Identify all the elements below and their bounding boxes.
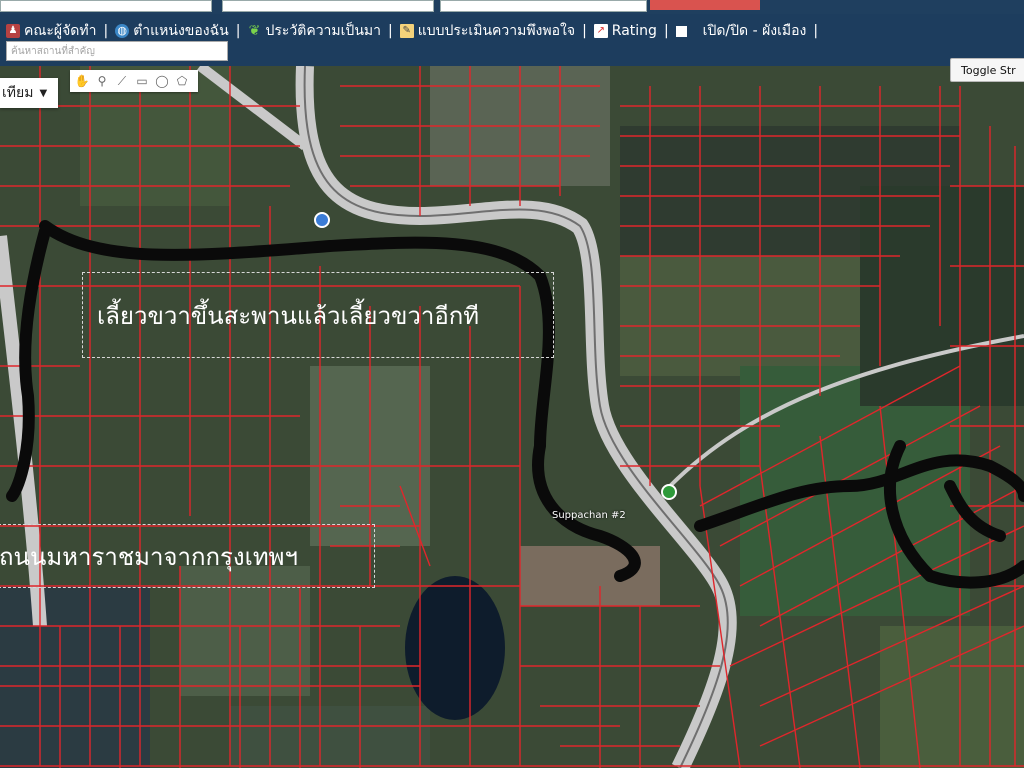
nav-separator: | — [813, 23, 819, 39]
annotation-text: เลี้ยวขวาขึ้นสะพานแล้วเลี้ยวขวาอีกที — [97, 301, 480, 330]
polygon-icon[interactable]: ⬠ — [174, 73, 190, 89]
toggle-street-button[interactable]: Toggle Str — [950, 58, 1024, 82]
marker-pin-icon[interactable]: ⚲ — [94, 73, 110, 89]
circle-icon[interactable]: ◯ — [154, 73, 170, 89]
place-marker-icon[interactable] — [314, 212, 330, 228]
top-field-3[interactable] — [440, 0, 647, 12]
nav-item-label: แบบประเมินความพึงพอใจ — [417, 23, 576, 39]
rectangle-icon[interactable]: ▭ — [134, 73, 150, 89]
nav-separator: | — [582, 23, 587, 39]
satellite-map[interactable]: Suppachan #2 — [0, 66, 1024, 768]
nav-item-history[interactable]: ❦ ประวัติความเป็นมา — [247, 20, 381, 42]
nav-item-survey[interactable]: ✎ แบบประเมินความพึงพอใจ — [399, 20, 576, 42]
place-search-input[interactable] — [6, 41, 228, 61]
nav-item-rating[interactable]: ↗ Rating — [593, 23, 657, 39]
hand-pan-icon[interactable]: ✋ — [74, 73, 90, 89]
top-field-1[interactable] — [0, 0, 212, 12]
top-strip — [0, 0, 1024, 14]
form-icon: ✎ — [399, 24, 414, 38]
nav-separator: | — [235, 23, 241, 39]
nav-item-zoning-toggle[interactable]: เปิด/ปิด - ผังเมือง — [675, 20, 807, 42]
nav-bar: ♟ คณะผู้จัดทำ | ◍ ตำแหน่งของฉัน | ❦ ประว… — [0, 14, 1024, 66]
top-field-2[interactable] — [222, 0, 434, 12]
map-type-label: เทียม — [2, 85, 34, 101]
nav-item-label: ตำแหน่งของฉัน — [133, 23, 229, 39]
nav-item-label: คณะผู้จัดทำ — [24, 23, 97, 39]
globe-icon: ◍ — [115, 24, 130, 38]
nav-item-my-location[interactable]: ◍ ตำแหน่งของฉัน — [115, 20, 229, 42]
nav-item-label: เปิด/ปิด - ผังเมือง — [702, 23, 807, 39]
map-canvas — [0, 66, 1024, 768]
nav-menu: ♟ คณะผู้จัดทำ | ◍ ตำแหน่งของฉัน | ❦ ประว… — [6, 20, 825, 42]
nav-item-label: ประวัติความเป็นมา — [265, 23, 381, 39]
annotation-text: ถนนมหาราชมาจากกรุงเทพฯ — [0, 542, 298, 571]
sprout-icon: ❦ — [248, 23, 261, 39]
nav-separator: | — [663, 23, 669, 39]
map-type-selector[interactable]: เทียม ▼ — [0, 78, 58, 108]
polyline-icon[interactable]: ⟋ — [114, 73, 130, 89]
chart-icon: ↗ — [593, 24, 608, 38]
nav-separator: | — [387, 23, 393, 39]
chevron-down-icon: ▼ — [39, 87, 48, 99]
square-icon — [675, 25, 687, 37]
map-place-label: Suppachan #2 — [552, 510, 626, 521]
team-icon: ♟ — [6, 24, 20, 38]
drawing-toolbar: ✋ ⚲ ⟋ ▭ ◯ ⬠ — [70, 70, 198, 92]
nav-separator: | — [103, 23, 109, 39]
nav-item-team[interactable]: ♟ คณะผู้จัดทำ — [6, 20, 96, 42]
location-marker-icon[interactable] — [661, 484, 677, 500]
top-action-button[interactable] — [650, 0, 760, 10]
route-annotation-1: เลี้ยวขวาขึ้นสะพานแล้วเลี้ยวขวาอีกที — [82, 272, 554, 358]
route-annotation-2: ถนนมหาราชมาจากกรุงเทพฯ — [0, 524, 375, 588]
nav-item-label: Rating — [611, 23, 657, 39]
